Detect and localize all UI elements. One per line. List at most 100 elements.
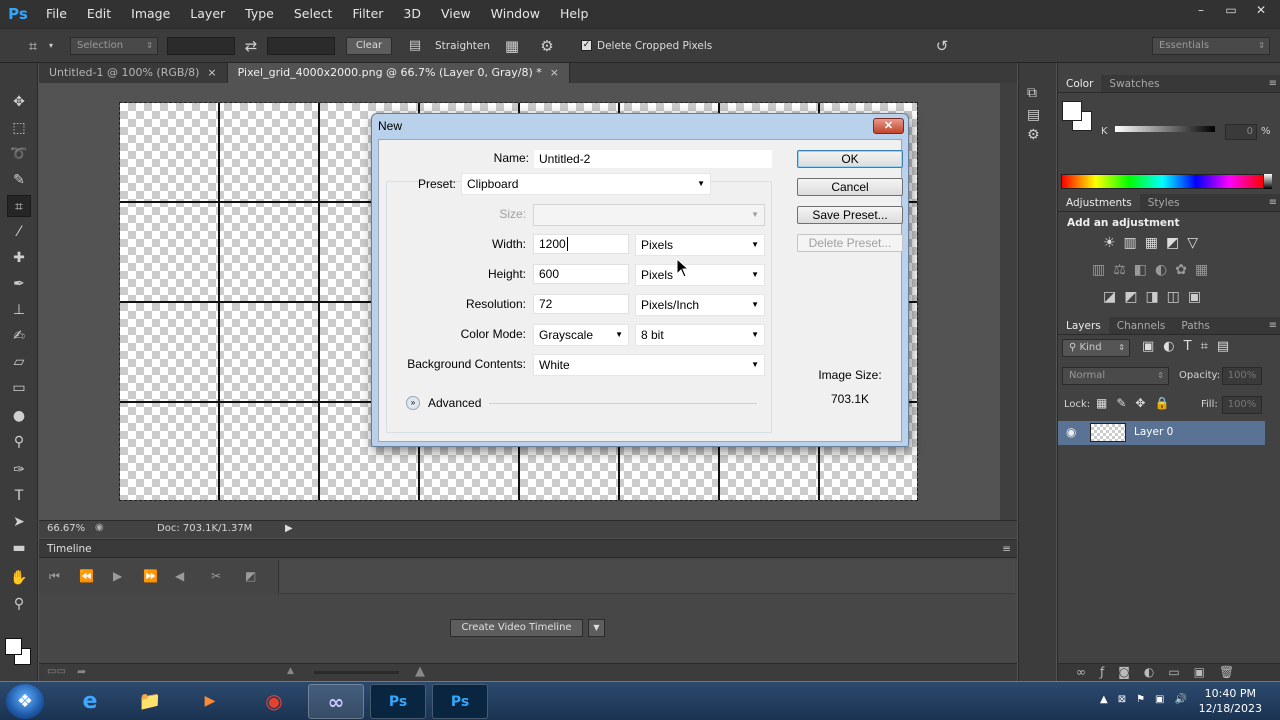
tab-channels[interactable]: Channels xyxy=(1109,317,1174,334)
frames-icon[interactable]: ▭▭ xyxy=(47,666,66,677)
tab-adjustments[interactable]: Adjustments xyxy=(1058,194,1140,211)
menu-select[interactable]: Select xyxy=(284,0,343,28)
play-icon[interactable]: ▶ xyxy=(113,569,122,583)
width-field[interactable]: 1200 xyxy=(533,234,629,254)
layer-thumbnail[interactable] xyxy=(1090,423,1126,442)
resolution-field[interactable]: 72 xyxy=(533,294,629,314)
visibility-eye-icon[interactable]: ◉ xyxy=(1066,425,1076,439)
crop-height-field[interactable] xyxy=(267,37,335,55)
layer-action-icons[interactable]: ∞ƒ◙◐▭▣🗑 xyxy=(1076,665,1248,679)
menu-filter[interactable]: Filter xyxy=(342,0,393,28)
menu-help[interactable]: Help xyxy=(550,0,599,28)
eyedropper-tool-icon[interactable]: ⁄ xyxy=(7,221,31,243)
folder-icon[interactable]: 📁 xyxy=(122,684,178,719)
height-field[interactable]: 600 xyxy=(533,264,629,284)
panel-menu-icon[interactable]: ≡ xyxy=(1269,194,1277,212)
swap-icon[interactable]: ⇄ xyxy=(241,37,261,55)
chevron-down-icon[interactable]: ▾ xyxy=(46,37,56,55)
ie-icon[interactable]: e xyxy=(62,684,118,719)
tab-layers[interactable]: Layers xyxy=(1058,317,1109,334)
close-window-button[interactable]: ✕ xyxy=(1248,2,1274,20)
menu-file[interactable]: File xyxy=(36,0,77,28)
preset-select[interactable]: Clipboard ▼ xyxy=(461,173,711,195)
app-icon[interactable]: ∞ xyxy=(308,684,364,719)
photoshop-icon[interactable]: Ps xyxy=(370,684,426,719)
hand-tool-icon[interactable]: ✋ xyxy=(7,567,31,589)
layer-filter-kind[interactable]: ⚲ Kind ⇕ xyxy=(1062,339,1130,357)
media-player-icon[interactable]: ▶ xyxy=(182,684,238,719)
chevron-down-icon[interactable]: ▼ xyxy=(588,619,605,637)
zoom-tool-icon[interactable]: ⚲ xyxy=(7,593,31,615)
next-frame-icon[interactable]: ⏩ xyxy=(143,569,158,583)
workspace-select[interactable]: Essentials ⇕ xyxy=(1152,37,1270,55)
delete-preset-button[interactable]: Delete Preset... xyxy=(797,234,903,252)
history-icon[interactable]: ⧉ xyxy=(1027,85,1037,101)
menu-layer[interactable]: Layer xyxy=(180,0,235,28)
timeline-track[interactable] xyxy=(280,560,1015,594)
tab-paths[interactable]: Paths xyxy=(1173,317,1218,334)
bw-ramp[interactable] xyxy=(1264,174,1272,189)
status-info-icon[interactable]: ◉ xyxy=(95,522,104,533)
fill-field[interactable]: 100% xyxy=(1222,396,1262,414)
healing-brush-tool-icon[interactable]: ✚ xyxy=(7,247,31,269)
start-button[interactable]: ❖ xyxy=(6,684,44,719)
move-tool-icon[interactable]: ✥ xyxy=(7,91,31,113)
zoom-out-icon[interactable]: ▲ xyxy=(287,666,294,676)
transition-icon[interactable]: ◩ xyxy=(245,569,256,583)
menu-image[interactable]: Image xyxy=(121,0,180,28)
resolution-unit-select[interactable]: Pixels/Inch ▼ xyxy=(635,294,765,316)
shape-tool-icon[interactable]: ▬ xyxy=(7,537,31,559)
clone-stamp-tool-icon[interactable]: ⊥ xyxy=(7,299,31,321)
delete-cropped-checkbox[interactable]: ✓ Delete Cropped Pixels xyxy=(581,37,712,55)
layer-name[interactable]: Layer 0 xyxy=(1134,426,1173,438)
brush-tool-icon[interactable]: ✒ xyxy=(7,273,31,295)
crop-tool-preset-icon[interactable]: ⌗ xyxy=(22,37,44,55)
lasso-tool-icon[interactable]: ➰ xyxy=(7,143,31,165)
menu-edit[interactable]: Edit xyxy=(77,0,121,28)
eraser-tool-icon[interactable]: ▱ xyxy=(7,351,31,373)
color-spectrum[interactable] xyxy=(1061,174,1264,189)
opacity-field[interactable]: 100% xyxy=(1222,367,1262,385)
k-value-field[interactable]: 0 xyxy=(1225,124,1257,140)
tool-presets-icon[interactable]: ⚙ xyxy=(1027,127,1040,143)
overlay-grid-icon[interactable]: ▦ xyxy=(501,37,523,55)
blend-mode-select[interactable]: Normal ⇕ xyxy=(1062,367,1169,385)
color-mode-select[interactable]: Grayscale ▼ xyxy=(533,324,629,346)
doc-tab-untitled-1[interactable]: Untitled-1 @ 100% (RGB/8) × xyxy=(39,63,228,83)
doc-tab-pixel-grid[interactable]: Pixel_grid_4000x2000.png @ 66.7% (Layer … xyxy=(227,63,570,83)
tab-styles[interactable]: Styles xyxy=(1140,194,1188,211)
dialog-close-button[interactable]: ✕ xyxy=(873,118,904,134)
tab-color[interactable]: Color xyxy=(1058,75,1102,92)
close-tab-icon[interactable]: × xyxy=(207,66,216,79)
marquee-tool-icon[interactable]: ⬚ xyxy=(7,117,31,139)
menu-type[interactable]: Type xyxy=(235,0,284,28)
gradient-tool-icon[interactable]: ▭ xyxy=(7,377,31,399)
minimize-button[interactable]: – xyxy=(1188,2,1214,20)
checkbox-checked-icon[interactable]: ✓ xyxy=(581,39,592,51)
background-contents-select[interactable]: White ▼ xyxy=(533,354,765,376)
quick-select-tool-icon[interactable]: ✎ xyxy=(7,169,31,191)
adjustment-row-3[interactable]: ◪◩◨◫▣ xyxy=(1103,289,1209,305)
pen-tool-icon[interactable]: ✑ xyxy=(7,459,31,481)
clock[interactable]: 10:40 PM 12/18/2023 xyxy=(1199,686,1262,716)
foreground-color-swatch[interactable] xyxy=(5,638,22,655)
reset-icon[interactable]: ↺ xyxy=(930,37,954,55)
blur-tool-icon[interactable]: ● xyxy=(7,405,31,427)
straighten-button[interactable]: Straighten xyxy=(435,37,490,55)
ratio-select[interactable]: Selection ⇕ xyxy=(70,37,158,55)
height-unit-select[interactable]: Pixels ▼ xyxy=(635,264,765,286)
convert-icon[interactable]: ➦ xyxy=(77,665,86,678)
crop-tool-icon[interactable]: ⌗ xyxy=(7,195,31,217)
canvas-scroll-strip[interactable] xyxy=(1000,83,1017,520)
advanced-expand-icon[interactable]: » xyxy=(406,396,420,410)
menu-window[interactable]: Window xyxy=(481,0,550,28)
size-select[interactable]: ▼ xyxy=(533,204,765,226)
create-video-timeline-button[interactable]: Create Video Timeline xyxy=(450,619,583,637)
tray-icons[interactable]: ▲⊠⚑▣🔊 xyxy=(1100,694,1197,705)
dodge-tool-icon[interactable]: ⚲ xyxy=(7,431,31,453)
prev-frame-icon[interactable]: ⏪ xyxy=(79,569,94,583)
menu-view[interactable]: View xyxy=(431,0,481,28)
save-preset-button[interactable]: Save Preset... xyxy=(797,206,903,224)
chrome-icon[interactable]: ◉ xyxy=(246,684,302,719)
brush-presets-icon[interactable]: ▤ xyxy=(1027,107,1040,123)
